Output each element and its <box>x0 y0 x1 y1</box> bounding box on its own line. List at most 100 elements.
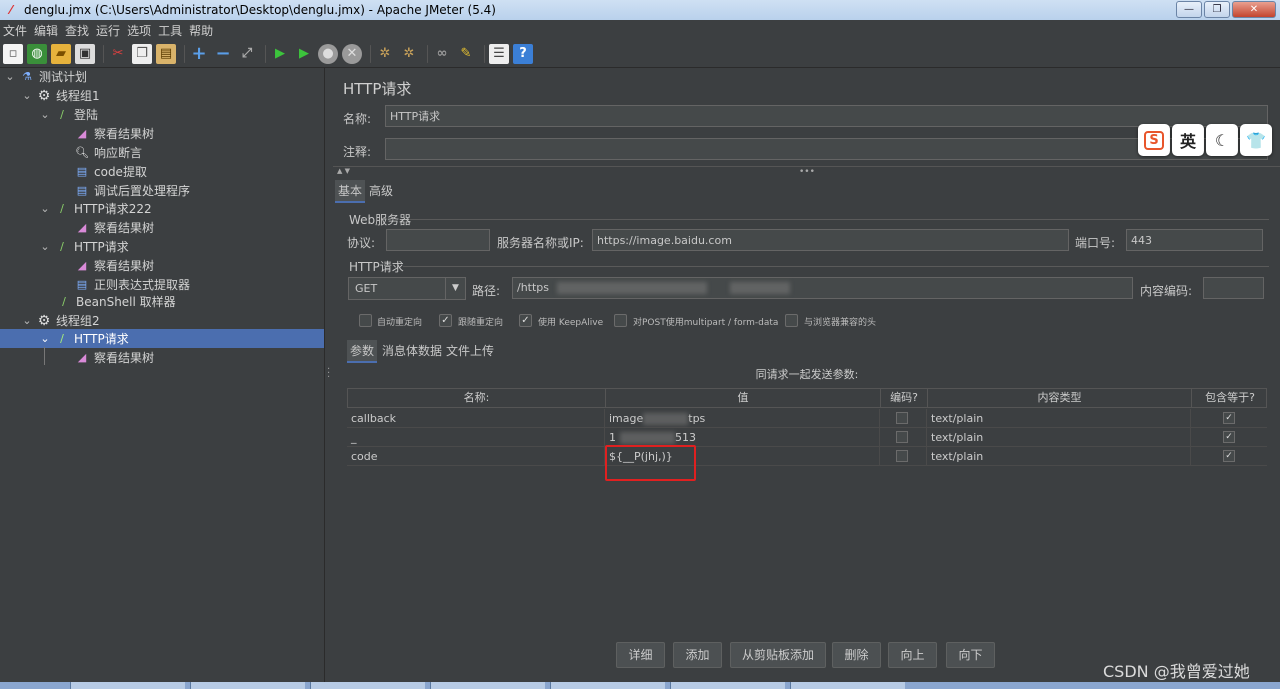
include-equals-checkbox[interactable]: ✓ <box>1223 450 1235 462</box>
tree-node-http-request[interactable]: ⌄ ∕ HTTP请求 <box>39 237 128 256</box>
encoding-field[interactable] <box>1203 277 1264 299</box>
tree-node-view-results-tree[interactable]: ◢ 察看结果树 <box>75 348 154 367</box>
tree-node-thread-group-1[interactable]: ⌄ ⚙ 线程组1 <box>21 86 99 105</box>
param-name-cell[interactable]: callback <box>347 409 605 428</box>
tree-node-view-results-tree[interactable]: ◢ 察看结果树 <box>75 256 154 275</box>
column-header-encode[interactable]: 编码? <box>881 389 928 408</box>
minimize-button[interactable]: — <box>1176 1 1202 18</box>
menu-file[interactable]: 文件 <box>3 22 27 39</box>
taskbar-item[interactable] <box>70 682 185 689</box>
table-row[interactable]: code ${__P(jhj,)} text/plain ✓ <box>347 447 1267 466</box>
tree-node-login[interactable]: ⌄ ∕ 登陆 <box>39 105 98 124</box>
move-up-button[interactable]: 向上 <box>888 642 937 668</box>
expand-icon[interactable]: + <box>189 43 209 64</box>
start-no-pause-icon[interactable]: ▶ <box>294 44 314 64</box>
open-icon[interactable]: ▰ <box>51 43 71 64</box>
function-helper-icon[interactable]: ☰ <box>489 43 509 64</box>
tree-node-debug-postprocessor[interactable]: ▤ 调试后置处理程序 <box>75 181 190 200</box>
tree-node-view-results-tree[interactable]: ◢ 察看结果树 <box>75 218 154 237</box>
add-from-clipboard-button[interactable]: 从剪贴板添加 <box>730 642 826 668</box>
chevron-down-icon[interactable]: ⌄ <box>39 332 51 345</box>
cut-icon[interactable]: ✂ <box>108 44 128 64</box>
chevron-down-icon[interactable]: ⌄ <box>39 202 51 215</box>
column-header-include-equals[interactable]: 包含等于? <box>1192 389 1268 408</box>
detail-button[interactable]: 详细 <box>616 642 665 668</box>
taskbar-item[interactable] <box>190 682 305 689</box>
chevron-down-icon[interactable]: ▼ <box>445 278 465 299</box>
tab-advanced[interactable]: 高级 <box>366 180 396 201</box>
menu-help[interactable]: 帮助 <box>189 22 213 39</box>
moon-icon[interactable]: ☾ <box>1206 124 1238 156</box>
encode-checkbox[interactable] <box>896 450 908 462</box>
param-name-cell[interactable]: _ <box>347 428 605 447</box>
name-field[interactable] <box>385 105 1268 127</box>
new-icon[interactable]: ▫ <box>3 43 23 64</box>
method-select[interactable]: GET ▼ <box>348 277 466 300</box>
table-row[interactable]: callback image tps text/plain ✓ <box>347 409 1267 428</box>
include-equals-checkbox[interactable]: ✓ <box>1223 412 1235 424</box>
content-type-cell[interactable]: text/plain <box>927 447 1191 466</box>
copy-icon[interactable]: ❐ <box>132 43 152 64</box>
tree-node-http-request-selected[interactable]: ⌄ ∕ HTTP请求 <box>39 329 128 348</box>
sogou-logo-icon[interactable]: S <box>1138 124 1170 156</box>
auto-redirect-checkbox[interactable] <box>359 314 372 327</box>
protocol-field[interactable] <box>386 229 490 251</box>
taskbar-item[interactable] <box>790 682 905 689</box>
port-field[interactable] <box>1126 229 1263 251</box>
language-toggle-icon[interactable]: 英 <box>1172 124 1204 156</box>
include-equals-checkbox[interactable]: ✓ <box>1223 431 1235 443</box>
tab-basic[interactable]: 基本 <box>335 180 366 203</box>
taskbar-item[interactable] <box>550 682 665 689</box>
tree-node-response-assertion[interactable]: 🔍︎ 响应断言 <box>75 143 142 162</box>
chevron-down-icon[interactable]: ⌄ <box>39 108 51 121</box>
tree-node-beanshell-sampler[interactable]: ∕ BeanShell 取样器 <box>57 292 176 311</box>
skin-shirt-icon[interactable]: 👕 <box>1240 124 1272 156</box>
tree-node-http-request-222[interactable]: ⌄ ∕ HTTP请求222 <box>39 199 151 218</box>
menu-search[interactable]: 查找 <box>65 22 89 39</box>
save-icon[interactable]: ▣ <box>75 43 95 64</box>
collapse-icon[interactable]: − <box>213 43 233 64</box>
taskbar-item[interactable] <box>310 682 425 689</box>
comment-field[interactable] <box>385 138 1268 160</box>
delete-button[interactable]: 删除 <box>832 642 881 668</box>
start-icon[interactable]: ▶ <box>270 44 290 64</box>
menu-run[interactable]: 运行 <box>96 22 120 39</box>
tab-file-upload[interactable]: 文件上传 <box>443 340 497 361</box>
reset-search-icon[interactable]: ✎ <box>456 44 476 64</box>
path-field[interactable]: /https <box>512 277 1133 299</box>
chevron-down-icon[interactable]: ⌄ <box>21 314 33 327</box>
multipart-checkbox[interactable] <box>614 314 627 327</box>
splitter-grip[interactable]: · · · <box>327 365 330 383</box>
column-header-name[interactable]: 名称: <box>348 389 606 408</box>
keepalive-checkbox[interactable]: ✓ <box>519 314 532 327</box>
tree-node-test-plan[interactable]: ⌄ ⚗ 测试计划 <box>4 67 87 86</box>
shutdown-icon[interactable]: ✕ <box>342 43 362 64</box>
encode-checkbox[interactable] <box>896 412 908 424</box>
follow-redirect-checkbox[interactable]: ✓ <box>439 314 452 327</box>
tree-node-code-extractor[interactable]: ▤ code提取 <box>75 162 147 181</box>
taskbar-item[interactable] <box>670 682 785 689</box>
param-name-cell[interactable]: code <box>347 447 605 466</box>
content-type-cell[interactable]: text/plain <box>927 428 1191 447</box>
clear-icon[interactable]: ✲ <box>375 44 395 64</box>
menu-tools[interactable]: 工具 <box>158 22 182 39</box>
server-field[interactable] <box>592 229 1069 251</box>
chevron-down-icon[interactable]: ⌄ <box>21 89 33 102</box>
stop-icon[interactable]: ● <box>318 43 338 64</box>
search-icon[interactable]: ∞ <box>432 44 452 64</box>
toggle-icon[interactable]: ⤢ <box>237 44 257 64</box>
param-value-cell[interactable]: image tps <box>605 409 880 428</box>
collapse-arrows-icon[interactable]: ▲ ▼ <box>337 167 350 175</box>
close-button[interactable]: ✕ <box>1232 1 1276 18</box>
templates-icon[interactable]: ◍ <box>27 43 47 64</box>
move-down-button[interactable]: 向下 <box>946 642 995 668</box>
tree-node-view-results-tree[interactable]: ◢ 察看结果树 <box>75 124 154 143</box>
maximize-button[interactable]: ❐ <box>1204 1 1230 18</box>
column-header-content-type[interactable]: 内容类型 <box>928 389 1192 408</box>
encode-checkbox[interactable] <box>896 431 908 443</box>
horizontal-splitter[interactable]: ▲ ▼ ••• <box>333 166 1280 177</box>
taskbar-item[interactable] <box>430 682 545 689</box>
add-button[interactable]: 添加 <box>673 642 722 668</box>
content-type-cell[interactable]: text/plain <box>927 409 1191 428</box>
chevron-down-icon[interactable]: ⌄ <box>4 70 16 83</box>
